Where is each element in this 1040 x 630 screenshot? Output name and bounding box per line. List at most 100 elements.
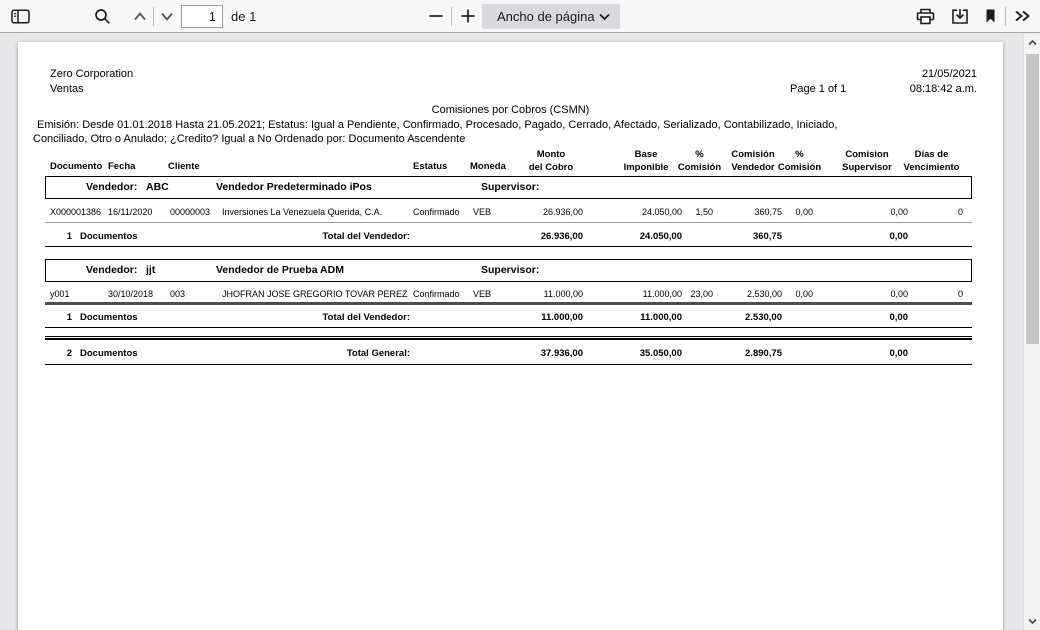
chevron-double-right-icon (1014, 8, 1031, 24)
grand-total-comision-vendedor: 2.890,75 (712, 348, 782, 359)
vendor-total-row: 1 Documentos Total del Vendedor: 11.000,… (18, 312, 1003, 324)
cell-documento: y001 (50, 289, 70, 299)
grand-total-doc-count: 2 (48, 348, 72, 359)
vendor-group-header: Vendedor: ABC Vendedor Predeterminado iP… (45, 176, 972, 199)
cell-estatus: Confirmado (413, 289, 460, 299)
header-pct-comision-supervisor: %Comisión (772, 148, 827, 174)
report-time: 08:18:42 a.m. (910, 83, 977, 95)
cell-pct-comision-vendedor: 1,50 (663, 207, 713, 217)
total-monto-cobro: 26.936,00 (493, 231, 583, 242)
total-divider (45, 246, 972, 247)
download-icon (951, 8, 969, 25)
page-indicator: Page 1 of 1 (790, 83, 846, 95)
zoom-out-button[interactable] (423, 0, 449, 32)
viewer-area: Zero Corporation Ventas 21/05/2021 Page … (0, 34, 1040, 630)
cell-fecha: 16/11/2020 (108, 207, 152, 217)
company-name: Zero Corporation (50, 68, 133, 80)
header-fecha: Fecha (108, 161, 135, 172)
total-comision-vendedor: 2.530,00 (712, 312, 782, 323)
total-comision-vendedor: 360,75 (712, 231, 782, 242)
total-base-imponible: 24.050,00 (592, 231, 682, 242)
grand-total-comision-supervisor: 0,00 (838, 348, 908, 359)
arrow-up-icon (132, 9, 148, 24)
print-icon (916, 8, 935, 25)
zoom-level-select[interactable]: Ancho de página (482, 4, 620, 29)
scroll-down-icon (1027, 617, 1038, 626)
cell-pct-comision-supervisor: 0,00 (763, 289, 813, 299)
scroll-down-button[interactable] (1024, 613, 1040, 630)
minus-icon (429, 9, 443, 23)
vendedor-codigo: ABC (146, 177, 169, 197)
header-cliente: Cliente (168, 161, 200, 172)
vendedor-label: Vendedor: (86, 177, 137, 197)
scroll-up-button[interactable] (1024, 34, 1040, 51)
header-dias-vencimiento: Días deVencimiento (884, 148, 979, 174)
cell-comision-supervisor: 0,00 (838, 289, 908, 299)
cell-dias-vencimiento: 0 (913, 207, 963, 217)
total-label: Total del Vendedor: (258, 312, 410, 323)
supervisor-label: Supervisor: (481, 260, 539, 280)
page-number-input[interactable] (181, 5, 223, 28)
total-doc-count: 1 (48, 231, 72, 242)
supervisor-label: Supervisor: (481, 177, 539, 197)
grand-total-docs-label: Documentos (80, 348, 138, 359)
header-documento: Documento (50, 161, 102, 172)
total-comision-supervisor: 0,00 (838, 312, 908, 323)
module-name: Ventas (50, 83, 84, 95)
header-monto-cobro: Montodel Cobro (506, 148, 596, 174)
cell-fecha: 30/10/2018 (108, 289, 153, 299)
print-button[interactable] (911, 0, 939, 32)
current-view-button[interactable] (978, 0, 1002, 32)
header-estatus: Estatus (413, 161, 447, 172)
zoom-in-button[interactable] (455, 0, 481, 32)
grand-total-row: 2 Documentos Total General: 37.936,00 35… (18, 348, 1003, 360)
arrow-down-icon (159, 9, 175, 24)
vendedor-codigo: jjt (146, 260, 155, 280)
toolbar-separator (1005, 7, 1006, 26)
cell-cliente-nombre: JHOFRAN JOSE GREGORIO TOVAR PEREZ (222, 289, 408, 299)
cell-cliente-codigo: 003 (170, 289, 185, 299)
report-title: Comisiones por Cobros (CSMN) (18, 104, 1003, 116)
total-divider (45, 327, 972, 328)
grand-total-base-imponible: 35.050,00 (592, 348, 682, 359)
grand-total-monto-cobro: 37.936,00 (493, 348, 583, 359)
cell-estatus: Confirmado (413, 207, 460, 217)
header-moneda: Moneda (470, 161, 506, 172)
vendedor-nombre: Vendedor de Prueba ADM (216, 260, 344, 280)
next-page-button[interactable] (155, 0, 179, 32)
cell-cliente-codigo: 00000003 (170, 207, 210, 217)
vertical-scrollbar[interactable] (1023, 34, 1040, 630)
row-divider (45, 222, 972, 223)
vendor-total-row: 1 Documentos Total del Vendedor: 26.936,… (18, 231, 1003, 243)
cell-moneda: VEB (473, 207, 491, 217)
search-icon (94, 8, 111, 25)
vendor-group-header: Vendedor: jjt Vendedor de Prueba ADM Sup… (45, 259, 972, 282)
total-docs-label: Documentos (80, 231, 138, 242)
total-monto-cobro: 11.000,00 (493, 312, 583, 323)
pdf-page: Zero Corporation Ventas 21/05/2021 Page … (18, 42, 1003, 630)
scroll-up-icon (1027, 38, 1038, 47)
page-count-label: de 1 (231, 9, 256, 24)
save-button[interactable] (946, 0, 974, 32)
scrollbar-thumb[interactable] (1026, 54, 1039, 344)
table-row: y001 30/10/2018 003 JHOFRAN JOSE GREGORI… (18, 289, 1003, 301)
more-tools-button[interactable] (1008, 0, 1036, 32)
filter-line-1: Emisión: Desde 01.01.2018 Hasta 21.05.20… (37, 119, 837, 131)
total-docs-label: Documentos (80, 312, 138, 323)
row-divider (45, 302, 972, 305)
cell-monto-cobro: 26.936,00 (493, 207, 583, 217)
bookmark-icon (984, 8, 997, 24)
report-date: 21/05/2021 (922, 68, 977, 80)
vendedor-label: Vendedor: (86, 260, 137, 280)
grand-total-divider (45, 336, 972, 340)
grand-total-label: Total General: (258, 348, 410, 359)
zoom-level-value: Ancho de página (482, 9, 599, 24)
sidebar-toggle-button[interactable] (6, 0, 34, 32)
chevron-down-icon (599, 13, 610, 21)
sidebar-toggle-icon (11, 9, 30, 24)
table-header-row: Documento Fecha Cliente Estatus Moneda M… (18, 148, 1003, 176)
total-base-imponible: 11.000,00 (592, 312, 682, 323)
search-button[interactable] (88, 0, 116, 32)
previous-page-button[interactable] (128, 0, 152, 32)
table-row: X000001386 16/11/2020 00000003 Inversion… (18, 207, 1003, 219)
